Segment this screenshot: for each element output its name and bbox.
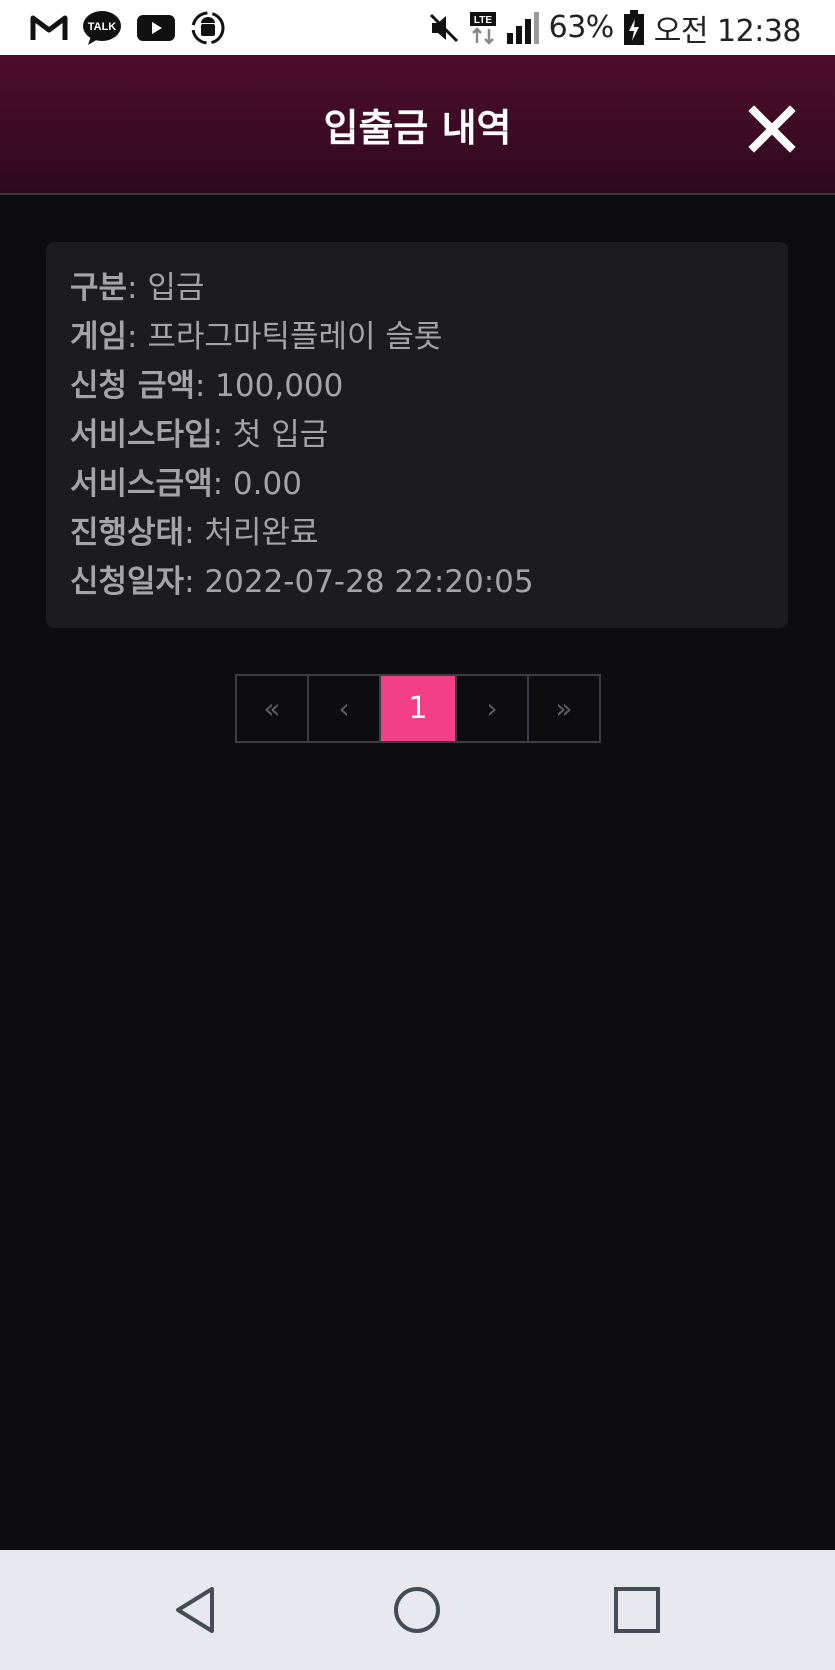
header: 입출금 내역 (0, 55, 835, 195)
lte-icon: LTE (469, 11, 497, 45)
status-bar: TALK LTE 63% 오전 12:38 (0, 0, 835, 55)
detail-value: : 0.00 (212, 466, 302, 502)
detail-value: : 첫 입금 (212, 417, 329, 453)
detail-row-type: 구분: 입금 (70, 264, 764, 313)
pagination: « ‹ 1 › » (235, 674, 601, 743)
kakaotalk-label: TALK (88, 21, 117, 33)
next-page-button[interactable]: › (455, 674, 529, 743)
gmail-icon (30, 14, 68, 42)
page-title: 입출금 내역 (323, 106, 512, 150)
close-button[interactable] (748, 105, 796, 153)
detail-value: : 프라그마틱플레이 슬롯 (127, 319, 443, 355)
detail-row-service-amount: 서비스금액: 0.00 (70, 460, 764, 509)
recents-button[interactable] (612, 1585, 662, 1635)
first-page-button[interactable]: « (235, 674, 309, 743)
detail-row-service-type: 서비스타입: 첫 입금 (70, 411, 764, 460)
home-icon (394, 1587, 440, 1633)
detail-value: : 입금 (127, 270, 205, 306)
svg-text:LTE: LTE (474, 15, 492, 26)
navigation-bar (0, 1550, 835, 1670)
android-sync-icon (190, 10, 226, 46)
notification-icons: TALK (30, 10, 240, 46)
prev-page-button[interactable]: ‹ (307, 674, 381, 743)
detail-label: 진행상태 (70, 515, 185, 551)
home-button[interactable] (392, 1585, 442, 1635)
detail-label: 게임 (70, 319, 128, 355)
close-icon (748, 105, 796, 153)
battery-charging-icon (623, 9, 645, 46)
system-indicators: LTE 63% 오전 12:38 (419, 6, 802, 50)
detail-label: 구분 (70, 270, 128, 306)
detail-row-date: 신청일자: 2022-07-28 22:20:05 (70, 558, 764, 607)
last-page-button[interactable]: » (527, 674, 601, 743)
detail-row-status: 진행상태: 처리완료 (70, 509, 764, 558)
back-icon (176, 1587, 214, 1633)
detail-label: 신청 금액 (70, 368, 195, 404)
back-button[interactable] (170, 1585, 220, 1635)
kakaotalk-icon: TALK (82, 10, 122, 46)
detail-value: : 100,000 (194, 368, 344, 404)
detail-label: 서비스타입 (70, 417, 213, 453)
clock: 오전 12:38 (653, 13, 802, 49)
transaction-card: 구분: 입금 게임: 프라그마틱플레이 슬롯 신청 금액: 100,000 서비… (46, 242, 788, 628)
detail-row-amount: 신청 금액: 100,000 (70, 362, 764, 411)
mute-icon (428, 12, 460, 44)
signal-icon (506, 11, 540, 45)
detail-row-game: 게임: 프라그마틱플레이 슬롯 (70, 313, 764, 362)
battery-percent: 63% (548, 10, 615, 45)
detail-value: : 처리완료 (184, 515, 319, 551)
detail-label: 서비스금액 (70, 466, 213, 502)
detail-value: : 2022-07-28 22:20:05 (184, 564, 534, 600)
detail-label: 신청일자 (70, 564, 185, 600)
recents-icon (614, 1587, 660, 1633)
current-page-button[interactable]: 1 (379, 674, 457, 743)
youtube-icon (136, 13, 176, 43)
